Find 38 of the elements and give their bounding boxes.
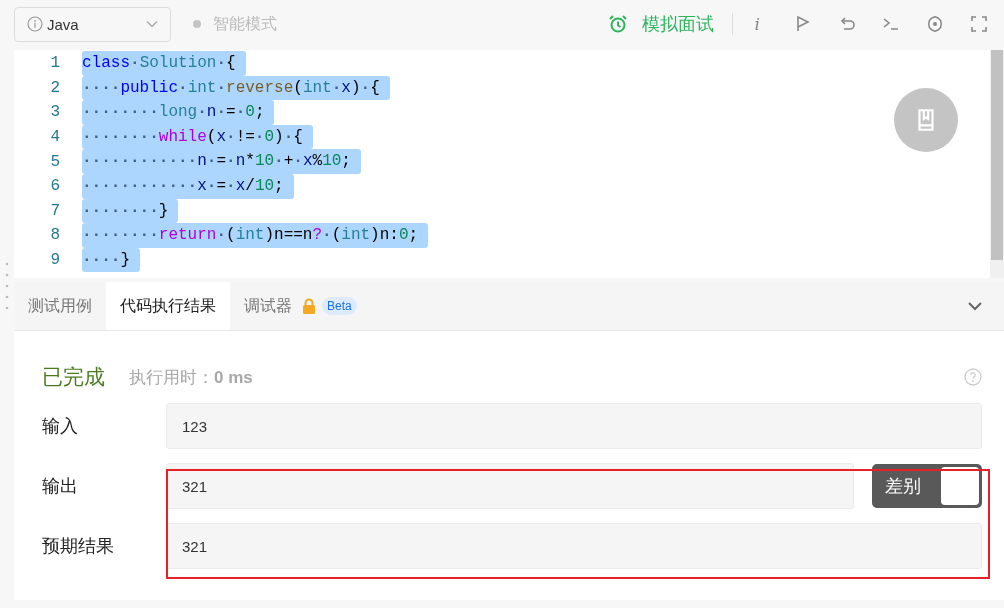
row-label: 输入: [42, 415, 79, 438]
info-button[interactable]: i: [750, 14, 764, 34]
line-number: 1: [49, 54, 60, 73]
line-number: 5: [49, 152, 60, 171]
language-dropdown[interactable]: Java: [14, 6, 171, 42]
value-field: 123: [166, 403, 982, 449]
line-number: 6: [49, 177, 60, 196]
alarm-clock-icon: [607, 14, 628, 34]
code-editor[interactable]: [14, 50, 1004, 278]
line-number: 8: [49, 226, 60, 245]
line-number: 9: [49, 251, 60, 270]
chevron-down-icon: [146, 20, 158, 28]
diff-toggle[interactable]: 差别: [872, 464, 982, 508]
help-icon[interactable]: [964, 368, 982, 386]
scrollbar[interactable]: [990, 50, 1004, 278]
terminal-icon[interactable]: [882, 15, 900, 33]
line-number: 3: [49, 103, 60, 122]
info-icon: [27, 16, 43, 32]
row-label: 预期结果: [42, 535, 115, 558]
panel-tab[interactable]: 测试用例: [14, 282, 106, 330]
value-field: 321: [166, 463, 854, 509]
row-label: 输出: [42, 475, 79, 498]
line-number: 7: [49, 201, 60, 220]
runtime-text: 执行用时：0 ms: [129, 366, 253, 389]
settings-icon[interactable]: [926, 15, 944, 33]
line-number: 2: [49, 78, 60, 97]
value-field: 321: [166, 523, 982, 569]
flag-icon[interactable]: [794, 15, 812, 33]
chevron-down-icon[interactable]: [968, 301, 982, 311]
panel-tab[interactable]: 调试器 Beta: [230, 282, 371, 330]
fullscreen-icon[interactable]: [970, 15, 988, 33]
line-number: 4: [49, 128, 60, 147]
undo-icon[interactable]: [838, 15, 856, 33]
status-dot: [193, 20, 201, 28]
panel-tab[interactable]: 代码执行结果: [106, 282, 230, 330]
mock-interview-button[interactable]: 模拟面试: [607, 12, 714, 36]
status-text: 已完成: [42, 364, 105, 390]
beta-badge: Beta: [322, 297, 357, 315]
